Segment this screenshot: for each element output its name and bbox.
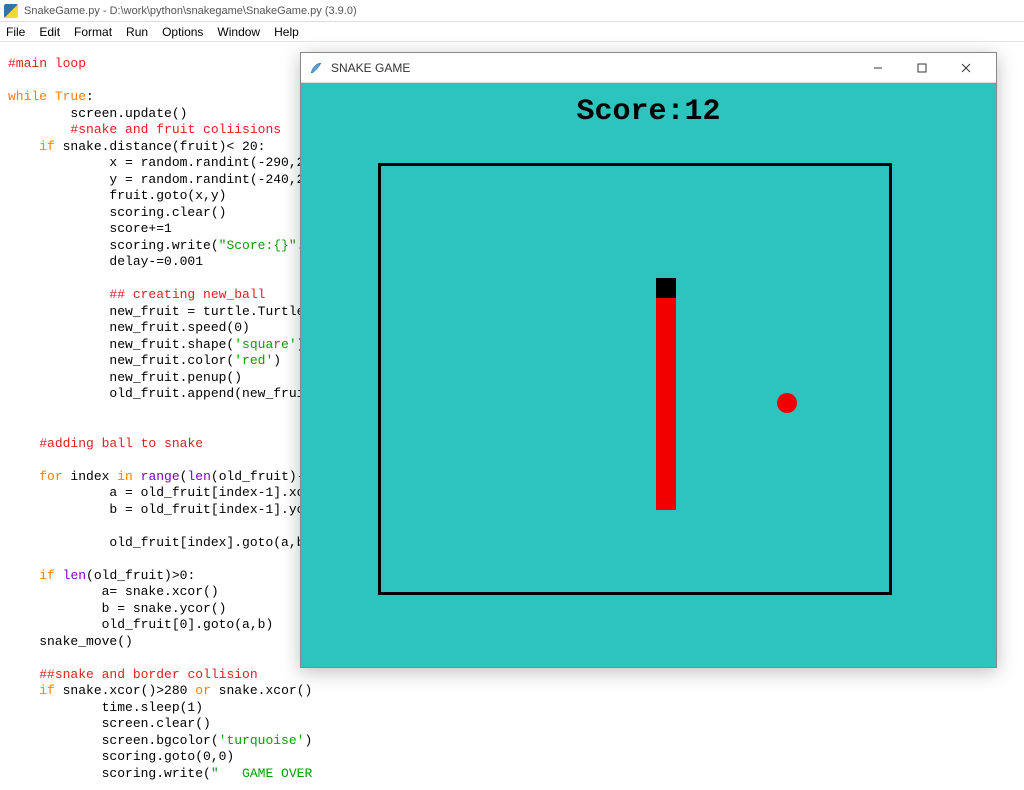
turtle-feather-icon [309, 61, 323, 75]
minimize-button[interactable] [856, 53, 900, 83]
game-titlebar[interactable]: SNAKE GAME [301, 53, 996, 83]
game-title-text: SNAKE GAME [331, 61, 410, 75]
fruit [777, 393, 797, 413]
python-icon [4, 4, 18, 18]
close-button[interactable] [944, 53, 988, 83]
menu-window[interactable]: Window [217, 25, 260, 39]
menu-options[interactable]: Options [162, 25, 203, 39]
menu-file[interactable]: File [6, 25, 25, 39]
snake-body [656, 298, 676, 510]
game-canvas[interactable]: Score:12 [301, 83, 996, 667]
idle-titlebar: SnakeGame.py - D:\work\python\snakegame\… [0, 0, 1024, 22]
score-text: Score:12 [301, 95, 996, 129]
menu-help[interactable]: Help [274, 25, 299, 39]
menu-format[interactable]: Format [74, 25, 112, 39]
playfield-border [378, 163, 892, 595]
idle-menubar: File Edit Format Run Options Window Help [0, 22, 1024, 42]
menu-run[interactable]: Run [126, 25, 148, 39]
snake-game-window: SNAKE GAME Score:12 [300, 52, 997, 668]
menu-edit[interactable]: Edit [39, 25, 60, 39]
idle-title-text: SnakeGame.py - D:\work\python\snakegame\… [24, 5, 357, 17]
snake-head [656, 278, 676, 298]
maximize-button[interactable] [900, 53, 944, 83]
